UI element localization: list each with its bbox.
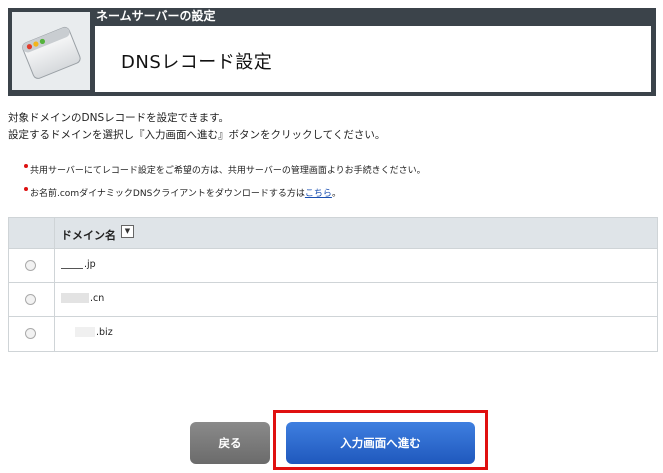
- table-row[interactable]: .biz: [9, 317, 657, 351]
- column-divider: [54, 218, 55, 351]
- domain-name: .biz: [75, 327, 113, 338]
- note-suffix: 。: [331, 189, 341, 199]
- header-icon-box: [12, 12, 90, 90]
- page-title: DNSレコード設定: [121, 52, 273, 73]
- note-text: お名前.comダイナミックDNSクライアントをダウンロードする方は: [30, 189, 305, 199]
- masked-text: [75, 327, 95, 337]
- title-box: DNSレコード設定: [95, 26, 651, 92]
- browser-window-icon: [22, 26, 81, 79]
- table-row[interactable]: .jp: [9, 249, 657, 283]
- bullet-icon: [24, 164, 28, 168]
- domain-name: .jp: [61, 259, 96, 270]
- note-item: 共用サーバーにてレコード設定をご希望の方は、共用サーバーの管理画面よりお手続きく…: [24, 163, 426, 176]
- note-text: 共用サーバーにてレコード設定をご希望の方は、共用サーバーの管理画面よりお手続きく…: [30, 166, 426, 176]
- description-line-2: 設定するドメインを選択し『入力画面へ進む』ボタンをクリックしてください。: [8, 129, 386, 141]
- proceed-to-input-button[interactable]: 入力画面へ進む: [286, 422, 475, 464]
- domain-radio[interactable]: [25, 260, 36, 271]
- page-header: ネームサーバーの設定 DNSレコード設定: [8, 8, 656, 96]
- note-item: お名前.comダイナミックDNSクライアントをダウンロードする方はこちら。: [24, 186, 341, 199]
- domain-radio[interactable]: [25, 328, 36, 339]
- domain-name: .cn: [61, 293, 104, 304]
- section-label: ネームサーバーの設定: [96, 9, 216, 23]
- masked-text: [61, 293, 89, 303]
- domain-table: ドメイン名 ▼ .jp .cn .biz: [8, 217, 658, 352]
- masked-text: [61, 268, 83, 269]
- bullet-icon: [24, 187, 28, 191]
- download-link[interactable]: こちら: [305, 189, 332, 199]
- description-line-1: 対象ドメインのDNSレコードを設定できます。: [8, 112, 230, 124]
- domain-radio[interactable]: [25, 294, 36, 305]
- table-row[interactable]: .cn: [9, 283, 657, 317]
- back-button[interactable]: 戻る: [190, 422, 270, 464]
- table-header: ドメイン名 ▼: [9, 218, 657, 249]
- sort-dropdown-icon[interactable]: ▼: [121, 225, 134, 238]
- column-header-domain: ドメイン名: [61, 229, 116, 242]
